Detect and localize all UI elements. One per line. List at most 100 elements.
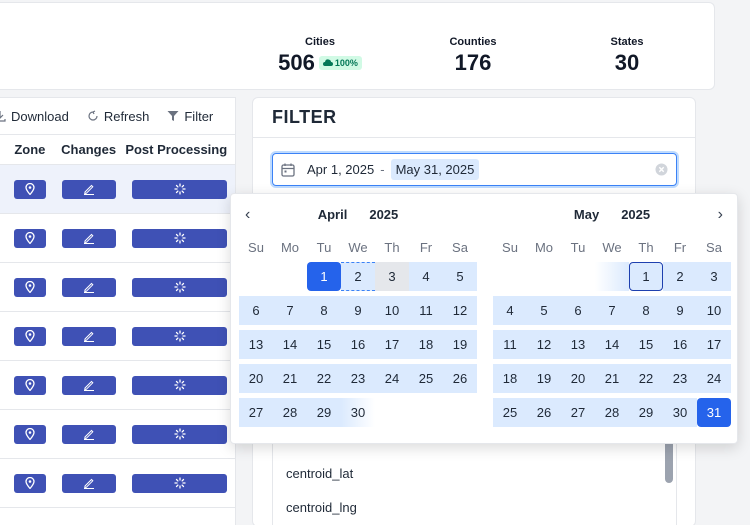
- calendar-day[interactable]: 3: [697, 262, 731, 291]
- date-range-input[interactable]: Apr 1, 2025 - May 31, 2025: [272, 153, 677, 186]
- table-card: Download Refresh Filter Zone Changes Pos…: [0, 97, 236, 525]
- calendar-day[interactable]: 23: [341, 364, 375, 393]
- month-name[interactable]: May: [574, 207, 599, 222]
- month-year[interactable]: 2025: [621, 207, 650, 222]
- calendar-day[interactable]: 25: [493, 398, 527, 427]
- calendar-day[interactable]: 1: [307, 262, 341, 291]
- zone-button[interactable]: [14, 375, 46, 395]
- calendar-day[interactable]: 18: [409, 330, 443, 359]
- calendar-day[interactable]: 17: [697, 330, 731, 359]
- calendar-day[interactable]: 30: [663, 398, 697, 427]
- calendar-day[interactable]: 6: [561, 296, 595, 325]
- calendar-day[interactable]: 29: [629, 398, 663, 427]
- calendar-day[interactable]: 27: [561, 398, 595, 427]
- calendar-day[interactable]: 23: [663, 364, 697, 393]
- month-year[interactable]: 2025: [369, 207, 398, 222]
- list-item[interactable]: centroid_lng: [286, 500, 357, 515]
- post-processing-button[interactable]: [132, 375, 227, 395]
- post-processing-button[interactable]: [132, 179, 227, 199]
- calendar-day[interactable]: 3: [375, 262, 409, 291]
- calendar-day[interactable]: 4: [493, 296, 527, 325]
- edit-button[interactable]: [62, 277, 116, 297]
- calendar-day[interactable]: 12: [443, 296, 477, 325]
- calendar-day[interactable]: 6: [239, 296, 273, 325]
- zone-button[interactable]: [14, 473, 46, 493]
- calendar-day[interactable]: 15: [307, 330, 341, 359]
- post-processing-button[interactable]: [132, 473, 227, 493]
- edit-button[interactable]: [62, 326, 116, 346]
- post-processing-button[interactable]: [132, 326, 227, 346]
- calendar-day[interactable]: 17: [375, 330, 409, 359]
- calendar-day[interactable]: 30: [341, 398, 375, 427]
- calendar-day[interactable]: 25: [409, 364, 443, 393]
- month-name[interactable]: April: [318, 207, 348, 222]
- clear-icon[interactable]: [655, 163, 668, 176]
- calendar-day[interactable]: 11: [493, 330, 527, 359]
- calendar-day[interactable]: 29: [307, 398, 341, 427]
- calendar-day[interactable]: 26: [527, 398, 561, 427]
- calendar-day[interactable]: 28: [273, 398, 307, 427]
- col-changes[interactable]: Changes: [60, 142, 118, 157]
- calendar-day[interactable]: 20: [239, 364, 273, 393]
- calendar-day[interactable]: 18: [493, 364, 527, 393]
- refresh-button[interactable]: Refresh: [87, 109, 149, 124]
- calendar-day[interactable]: 13: [239, 330, 273, 359]
- zone-button[interactable]: [14, 179, 46, 199]
- calendar-day[interactable]: 12: [527, 330, 561, 359]
- edit-button[interactable]: [62, 228, 116, 248]
- calendar-day[interactable]: 10: [375, 296, 409, 325]
- download-button[interactable]: Download: [0, 109, 69, 124]
- list-item[interactable]: centroid_lat: [286, 466, 353, 481]
- post-processing-button[interactable]: [132, 228, 227, 248]
- calendar-day[interactable]: 24: [375, 364, 409, 393]
- calendar-day[interactable]: 31: [697, 398, 731, 427]
- filter-button[interactable]: Filter: [167, 109, 213, 124]
- date-start[interactable]: Apr 1, 2025: [307, 162, 374, 177]
- calendar-day[interactable]: 28: [595, 398, 629, 427]
- scrollbar[interactable]: [665, 438, 673, 483]
- edit-button[interactable]: [62, 424, 116, 444]
- calendar-day[interactable]: 20: [561, 364, 595, 393]
- edit-button[interactable]: [62, 375, 116, 395]
- post-processing-button[interactable]: [132, 277, 227, 297]
- calendar-day[interactable]: 21: [273, 364, 307, 393]
- calendar-day[interactable]: 15: [629, 330, 663, 359]
- calendar-day[interactable]: 9: [663, 296, 697, 325]
- edit-button[interactable]: [62, 473, 116, 493]
- zone-button[interactable]: [14, 424, 46, 444]
- date-end[interactable]: May 31, 2025: [390, 159, 480, 180]
- calendar-day[interactable]: 16: [341, 330, 375, 359]
- calendar-day[interactable]: 8: [629, 296, 663, 325]
- col-post-processing[interactable]: Post Processing: [118, 142, 236, 157]
- calendar-day[interactable]: 2: [663, 262, 697, 291]
- edit-button[interactable]: [62, 179, 116, 199]
- zone-button[interactable]: [14, 277, 46, 297]
- calendar-day[interactable]: 7: [595, 296, 629, 325]
- calendar-day[interactable]: 22: [629, 364, 663, 393]
- calendar-day[interactable]: 9: [341, 296, 375, 325]
- zone-button[interactable]: [14, 326, 46, 346]
- calendar-day[interactable]: 16: [663, 330, 697, 359]
- calendar-day[interactable]: 7: [273, 296, 307, 325]
- calendar-day[interactable]: 19: [443, 330, 477, 359]
- calendar-day[interactable]: 5: [527, 296, 561, 325]
- calendar-day[interactable]: 10: [697, 296, 731, 325]
- calendar-day[interactable]: 24: [697, 364, 731, 393]
- calendar-day[interactable]: 13: [561, 330, 595, 359]
- calendar-day[interactable]: 22: [307, 364, 341, 393]
- calendar-day[interactable]: 4: [409, 262, 443, 291]
- calendar-day[interactable]: 26: [443, 364, 477, 393]
- post-processing-button[interactable]: [132, 424, 227, 444]
- calendar-day[interactable]: 14: [273, 330, 307, 359]
- calendar-day[interactable]: 11: [409, 296, 443, 325]
- calendar-day[interactable]: 8: [307, 296, 341, 325]
- calendar-day[interactable]: 21: [595, 364, 629, 393]
- calendar-day[interactable]: 14: [595, 330, 629, 359]
- zone-button[interactable]: [14, 228, 46, 248]
- calendar-day[interactable]: 5: [443, 262, 477, 291]
- calendar-day[interactable]: 27: [239, 398, 273, 427]
- col-zone[interactable]: Zone: [0, 142, 60, 157]
- calendar-day[interactable]: 2: [341, 262, 375, 291]
- calendar-day[interactable]: 19: [527, 364, 561, 393]
- calendar-day[interactable]: 1: [629, 262, 663, 291]
